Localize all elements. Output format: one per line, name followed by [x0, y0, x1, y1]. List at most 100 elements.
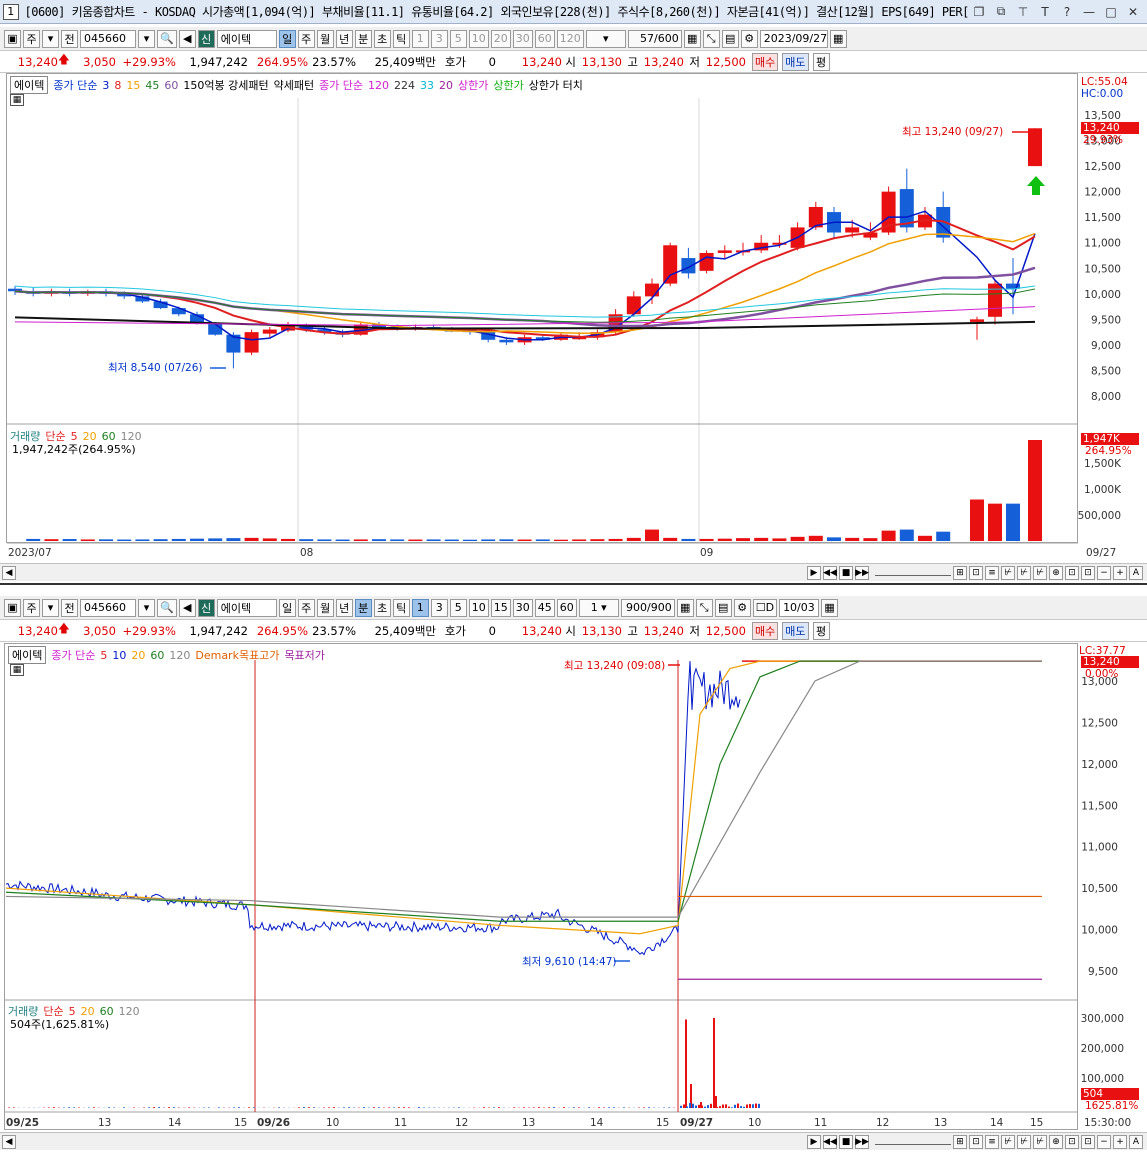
volume-bar-2 [598, 1107, 600, 1108]
volume-bar-2 [728, 1106, 730, 1108]
volume-bar-2 [378, 1107, 380, 1108]
volume-bar-2 [704, 1106, 706, 1108]
volume-bar-2 [398, 1107, 400, 1108]
volume-bar-2 [719, 1106, 721, 1108]
y-tick-label-2: 12,500 [1081, 717, 1118, 729]
zoom-in-icon-2[interactable]: + [1113, 1134, 1127, 1149]
volume-bar-2 [683, 1104, 685, 1108]
volume-bar-2 [749, 1103, 751, 1108]
volume-bar-2 [608, 1107, 610, 1108]
x-tick-label-2: 09/27 [680, 1117, 713, 1129]
x-tick-label-2: 14 [590, 1117, 604, 1129]
volume-bar-2 [168, 1107, 170, 1108]
volume-bar-2 [755, 1103, 757, 1108]
volume-bar-2 [722, 1104, 724, 1108]
bottom-volume-pct: 1625.81% [1085, 1100, 1139, 1112]
x-tick-label-2: 14 [990, 1117, 1004, 1129]
volume-bar-2 [328, 1107, 330, 1108]
volume-bar-2 [689, 1103, 691, 1108]
volume-bar-2 [538, 1107, 540, 1108]
tool-4-icon-2[interactable]: ⊬ [1001, 1134, 1015, 1149]
x-tick-label-2: 13 [98, 1117, 111, 1129]
volume-bar-2 [73, 1107, 75, 1108]
tool-3-icon-2[interactable]: ≡ [985, 1134, 999, 1149]
volume-bar-2 [348, 1107, 350, 1108]
volume-bar-2 [623, 1107, 625, 1108]
x-tick-label-2: 09/26 [257, 1117, 290, 1129]
tool-7-icon-2[interactable]: ⊕ [1049, 1134, 1063, 1149]
volume-bar-2 [695, 1105, 697, 1108]
tool-6-icon-2[interactable]: ⊬ [1033, 1134, 1047, 1149]
bottom-pct-tag: 0.00% [1085, 668, 1119, 680]
volume-bar-2 [363, 1107, 365, 1108]
volume-bar-2 [710, 1103, 712, 1108]
x-tick-label-2: 15 [1030, 1117, 1043, 1129]
tool-1-icon-2[interactable]: ⊞ [953, 1134, 967, 1149]
volume-bar-2 [698, 1104, 700, 1108]
volume-bar-2 [388, 1107, 390, 1108]
bottom-scrollbar[interactable]: ◀ ▶ ◀◀ ■ ▶▶ ⊞ ⊡ ≡ ⊬ ⊬ ⊬ ⊕ ⊡ ⊡ − + A [0, 1132, 1147, 1150]
volume-bar-2 [701, 1105, 703, 1108]
volume-spike [715, 1096, 717, 1108]
volume-bar-2 [713, 1103, 715, 1108]
tool-8-icon-2[interactable]: ⊡ [1065, 1134, 1079, 1149]
font-a-icon-2[interactable]: A [1129, 1134, 1143, 1149]
volume-bar-2 [248, 1107, 250, 1108]
volume-bar-2 [553, 1107, 555, 1108]
scroll-left-icon-2[interactable]: ◀ [2, 1134, 16, 1149]
volume-bar-2 [343, 1107, 345, 1108]
zoom-slider-2[interactable] [875, 1139, 951, 1145]
volume-bar-2 [303, 1107, 305, 1108]
volume-bar-2 [408, 1107, 410, 1108]
volume-bar-2 [680, 1105, 682, 1108]
volume-bar-2 [93, 1107, 95, 1108]
y-tick-label-2: 12,000 [1081, 759, 1118, 771]
volume-bar-2 [148, 1107, 150, 1108]
vol-tick-label-2: 300,000 [1081, 1013, 1124, 1025]
x-tick-label-2: 12 [455, 1117, 468, 1129]
volume-bar-2 [498, 1107, 500, 1108]
volume-bar-2 [253, 1107, 255, 1108]
volume-bar-2 [731, 1107, 733, 1108]
stop-icon-2[interactable]: ■ [839, 1134, 853, 1149]
volume-bar-2 [613, 1107, 615, 1108]
volume-bar-2 [548, 1107, 550, 1108]
volume-bar-2 [668, 1107, 670, 1108]
volume-bar-2 [153, 1107, 155, 1108]
volume-bar-2 [108, 1107, 110, 1108]
volume-bar-2 [725, 1104, 727, 1108]
play-icon-2[interactable]: ▶ [807, 1134, 821, 1149]
vol-tick-label-2: 100,000 [1081, 1073, 1124, 1085]
tool-2-icon-2[interactable]: ⊡ [969, 1134, 983, 1149]
bottom-volume-tag: 504 [1081, 1088, 1139, 1100]
volume-bar-2 [707, 1105, 709, 1108]
volume-bar-2 [734, 1104, 736, 1108]
volume-bar-2 [752, 1104, 754, 1108]
volume-bar-2 [333, 1107, 335, 1108]
volume-bar-2 [373, 1107, 375, 1108]
volume-bar-2 [393, 1107, 395, 1108]
volume-bar-2 [648, 1107, 650, 1108]
forward-icon-2[interactable]: ▶▶ [855, 1134, 869, 1149]
volume-bar-2 [692, 1103, 694, 1108]
vol-ma-120-2: 120 [118, 1004, 140, 1018]
rewind-icon-2[interactable]: ◀◀ [823, 1134, 837, 1149]
zoom-out-icon-2[interactable]: − [1097, 1134, 1111, 1149]
tool-9-icon-2[interactable]: ⊡ [1081, 1134, 1095, 1149]
volume-bar-2 [743, 1106, 745, 1108]
volume-bar-2 [493, 1107, 495, 1108]
volume-bar-2 [740, 1106, 742, 1108]
vol-tick-label-2: 200,000 [1081, 1043, 1124, 1055]
tool-5-icon-2[interactable]: ⊬ [1017, 1134, 1031, 1149]
volume-bar-2 [458, 1107, 460, 1108]
volume-bar-2 [298, 1107, 300, 1108]
volume-bar-2 [686, 1106, 688, 1108]
volume-bar-2 [578, 1107, 580, 1108]
y-tick-label-2: 11,500 [1081, 800, 1118, 812]
volume-bar-2 [513, 1107, 515, 1108]
volume-bar-2 [53, 1107, 55, 1108]
volume-bar-2 [208, 1107, 210, 1108]
x-tick-label-2: 11 [394, 1117, 407, 1129]
x-tick-label-2: 10 [748, 1117, 761, 1129]
volume-bar-2 [746, 1104, 748, 1108]
